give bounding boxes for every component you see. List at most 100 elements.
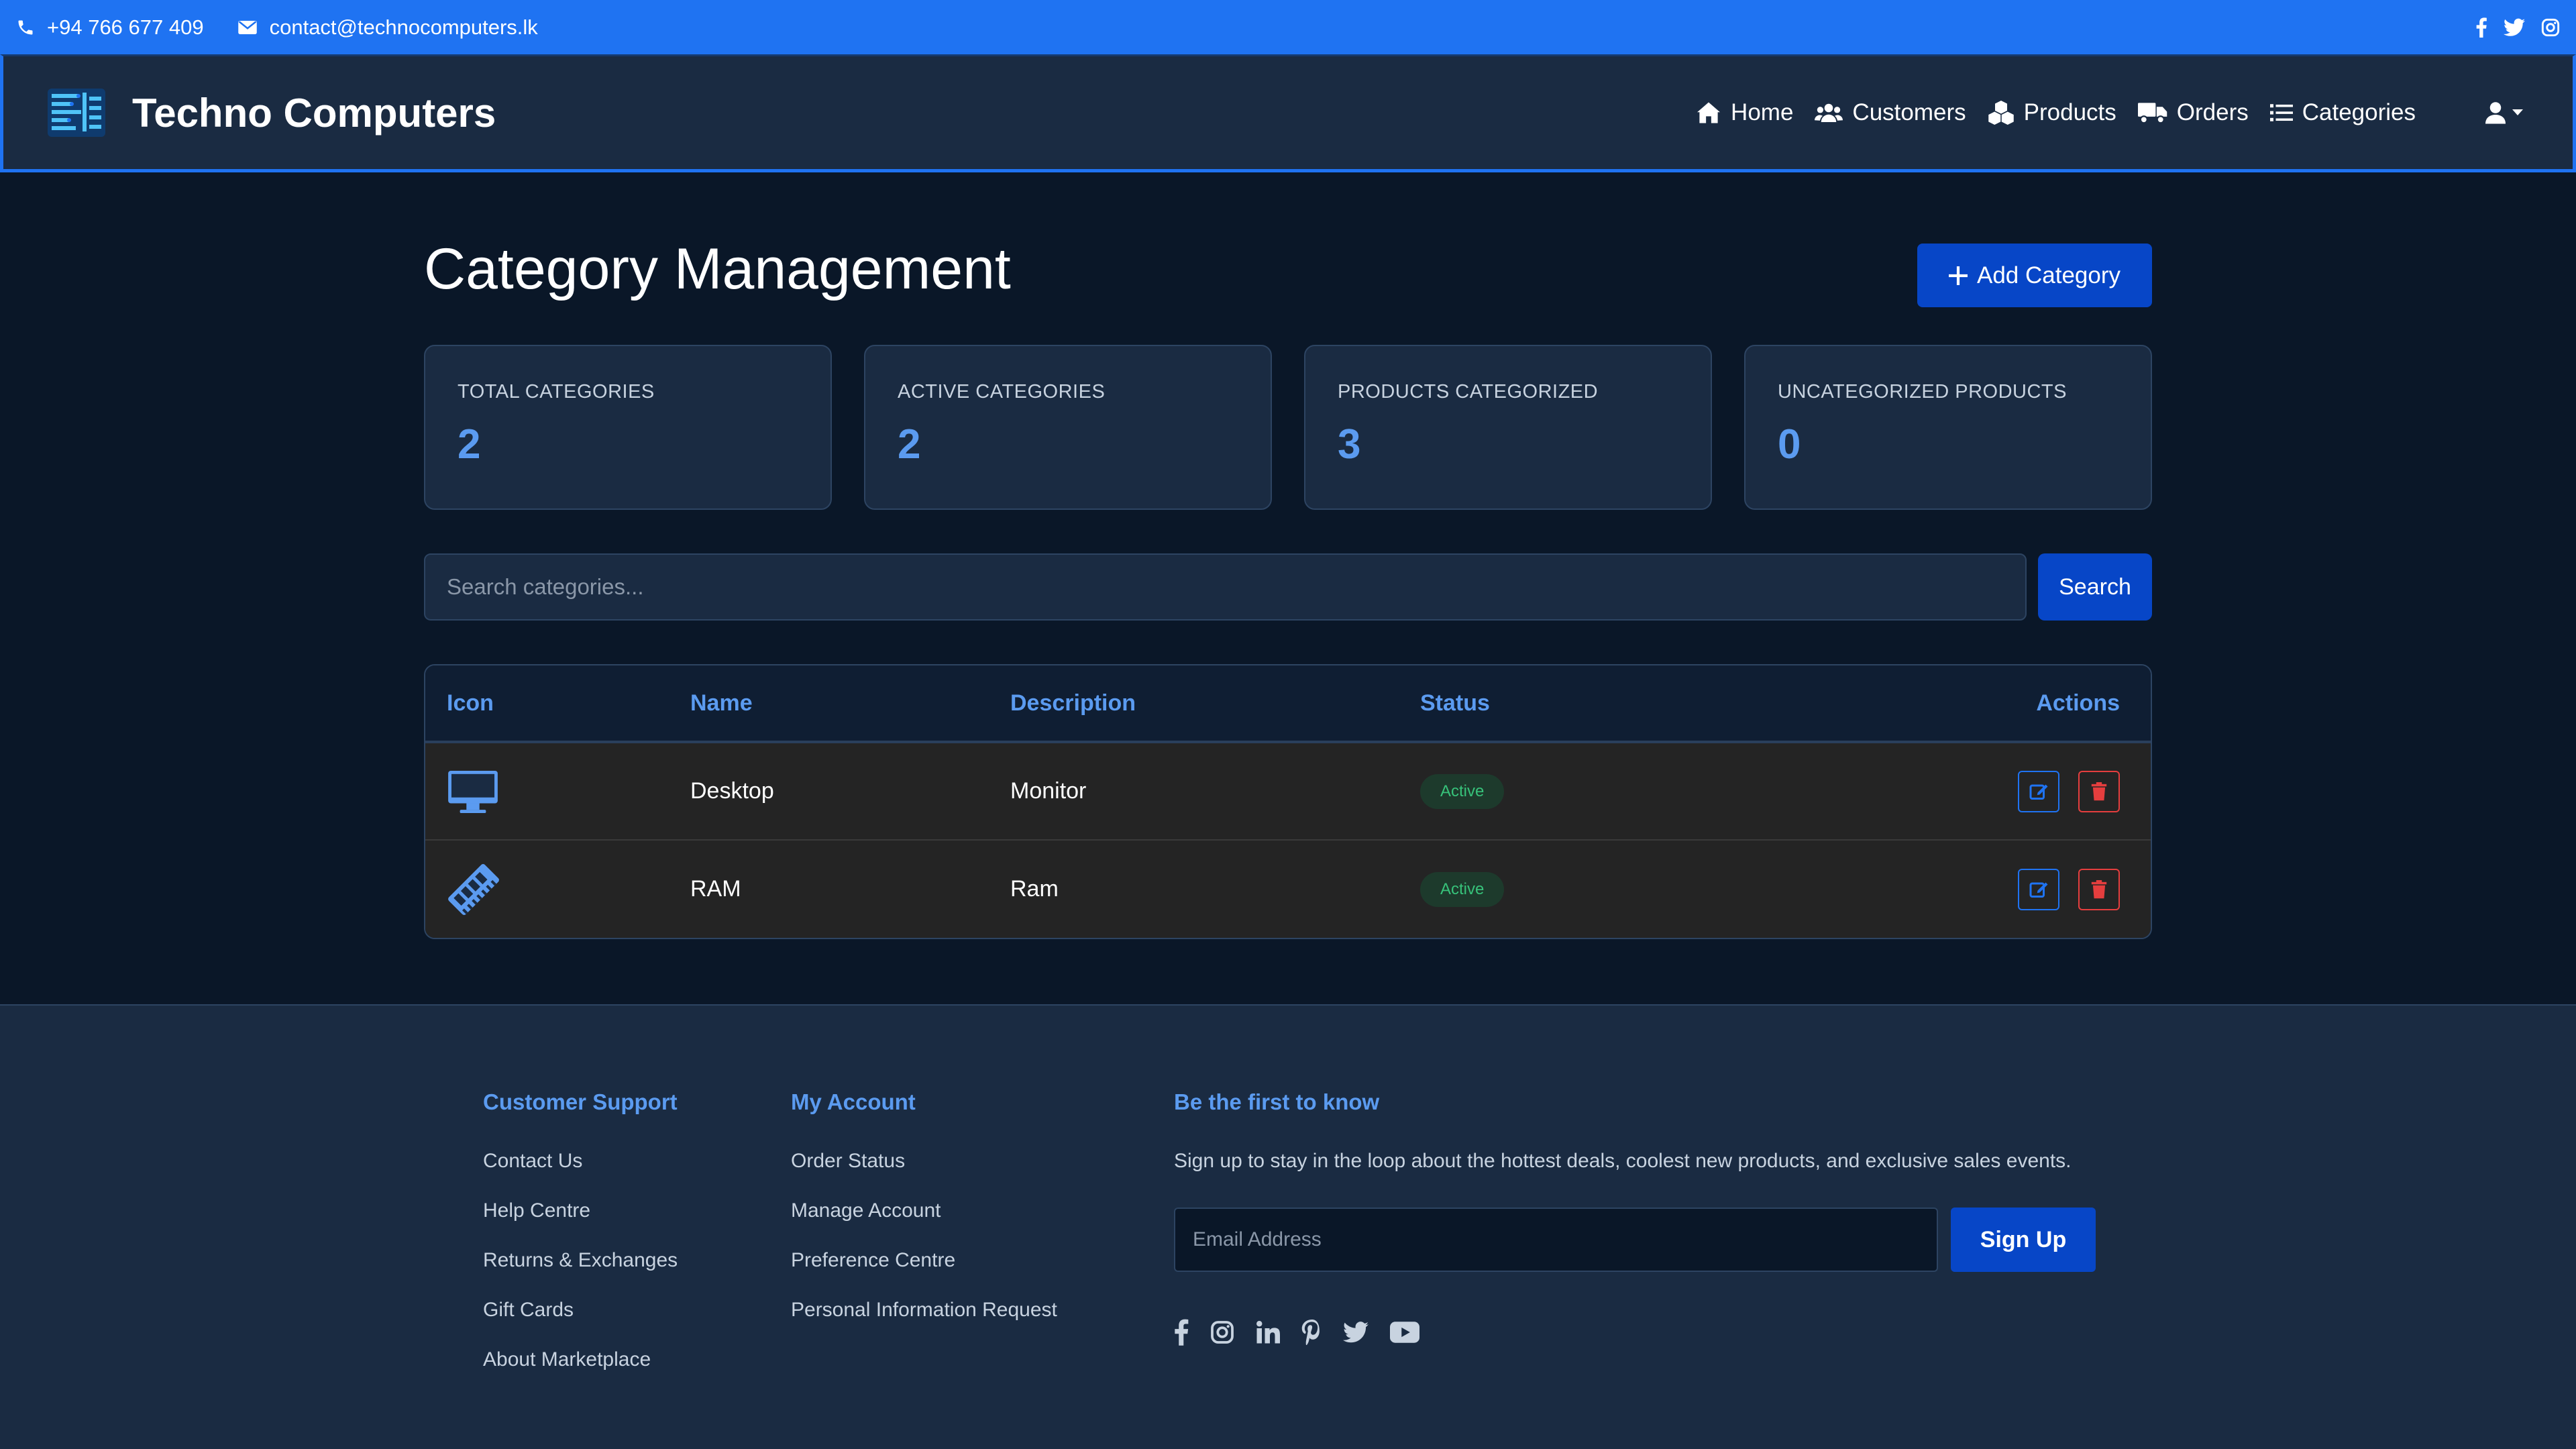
instagram-icon[interactable] [1210,1320,1234,1344]
email-contact[interactable]: contact@technocomputers.lk [237,15,538,40]
phone-icon [18,20,33,34]
footer-link-gift-cards[interactable]: Gift Cards [483,1299,678,1322]
footer: Customer Support Contact Us Help Centre … [0,1004,2576,1449]
twitter-icon[interactable] [2504,18,2525,37]
footer-heading: Be the first to know [1174,1089,1380,1114]
category-name: Desktop [690,778,774,804]
footer-my-account: My Account Order Status Manage Account P… [791,1089,1057,1348]
home-icon [1697,102,1721,123]
facebook-icon[interactable] [2475,17,2487,38]
edit-icon [2029,882,2048,898]
memory-icon [448,863,499,915]
delete-button[interactable] [2078,868,2120,910]
pinterest-icon[interactable] [1301,1320,1322,1345]
table-row: Desktop Monitor Active [425,743,2151,841]
plus-icon [1948,266,1968,285]
category-name: RAM [690,876,741,902]
stats-row: TOTAL CATEGORIES 2 ACTIVE CATEGORIES 2 P… [424,345,2152,510]
search-input[interactable] [424,553,2027,621]
search-row: Search [424,553,2152,621]
footer-link-order-status[interactable]: Order Status [791,1150,1057,1173]
instagram-icon[interactable] [2541,18,2560,37]
footer-link-preference-centre[interactable]: Preference Centre [791,1249,1057,1272]
email-field[interactable] [1174,1208,1938,1272]
footer-link-returns[interactable]: Returns & Exchanges [483,1249,678,1272]
circuit-logo-icon [48,89,105,137]
nav-products-label: Products [2023,99,2116,125]
nav-orders[interactable]: Orders [2137,99,2249,126]
stat-label: ACTIVE CATEGORIES [898,381,1106,402]
nav-menu: Home Customers Products Orders Categorie… [1674,99,2531,126]
search-button[interactable]: Search [2038,553,2152,621]
trash-icon [2091,782,2107,800]
add-category-label: Add Category [1976,262,2121,288]
brand[interactable]: Techno Computers [45,86,496,140]
newsletter-text: Sign up to stay in the loop about the ho… [1174,1150,2072,1172]
header-actions: Actions [2036,690,2120,716]
linkedin-icon[interactable] [1256,1320,1280,1344]
nav-categories[interactable]: Categories [2269,99,2416,126]
stat-label: UNCATEGORIZED PRODUCTS [1778,381,2067,402]
newsletter-form: Sign Up [1174,1208,2096,1272]
user-icon [2485,102,2506,124]
nav-orders-label: Orders [2176,99,2249,125]
footer-link-contact-us[interactable]: Contact Us [483,1150,678,1173]
email-address: contact@technocomputers.lk [269,15,538,39]
footer-newsletter: Be the first to know Sign up to stay in … [1174,1089,2096,1346]
stat-label: TOTAL CATEGORIES [458,381,655,402]
cubes-icon [1988,101,2014,125]
table-header: Icon Name Description Status Actions [425,665,2151,743]
category-icon-cell [447,863,500,916]
footer-customer-support: Customer Support Contact Us Help Centre … [483,1089,678,1398]
edit-button[interactable] [2018,868,2059,910]
stat-products-categorized: PRODUCTS CATEGORIZED 3 [1304,345,1712,510]
category-description: Ram [1010,876,1059,902]
stat-value: 2 [898,421,921,468]
nav-customers-label: Customers [1852,99,1966,125]
table-row: RAM Ram Active [425,841,2151,938]
nav-products[interactable]: Products [1988,99,2116,126]
users-icon [1815,103,1843,122]
nav-home-label: Home [1731,99,1794,125]
trash-icon [2091,879,2107,898]
caret-down-icon [2512,109,2523,115]
edit-button[interactable] [2018,770,2059,812]
stat-label: PRODUCTS CATEGORIZED [1338,381,1599,402]
delete-button[interactable] [2078,770,2120,812]
facebook-icon[interactable] [1174,1319,1189,1346]
stat-active-categories: ACTIVE CATEGORIES 2 [864,345,1272,510]
truck-icon [2137,103,2167,124]
desktop-icon [448,770,498,813]
category-description: Monitor [1010,778,1087,804]
edit-icon [2029,784,2048,800]
row-actions [2018,868,2120,910]
stat-value: 0 [1778,421,1801,468]
footer-link-manage-account[interactable]: Manage Account [791,1199,1057,1222]
nav-categories-label: Categories [2302,99,2416,125]
twitter-icon[interactable] [1343,1322,1368,1343]
categories-table: Icon Name Description Status Actions Des… [424,664,2152,939]
footer-link-help-centre[interactable]: Help Centre [483,1199,678,1222]
footer-heading: My Account [791,1089,916,1114]
stat-value: 3 [1338,421,1361,468]
nav-customers[interactable]: Customers [1815,99,1966,126]
brand-name: Techno Computers [132,90,496,136]
header-icon: Icon [447,690,494,716]
category-icon-cell [447,769,499,814]
header-name: Name [690,690,753,716]
stat-uncategorized-products: UNCATEGORIZED PRODUCTS 0 [1744,345,2152,510]
footer-link-personal-info[interactable]: Personal Information Request [791,1299,1057,1322]
phone-number: +94 766 677 409 [47,15,204,39]
add-category-button[interactable]: Add Category [1917,244,2152,307]
top-contact-bar: +94 766 677 409 contact@technocomputers.… [0,0,2576,54]
footer-social-links [1174,1319,2096,1346]
header-description: Description [1010,690,1136,716]
footer-link-about-marketplace[interactable]: About Marketplace [483,1348,678,1371]
row-actions [2018,770,2120,812]
youtube-icon[interactable] [1390,1322,1419,1343]
sign-up-button[interactable]: Sign Up [1951,1208,2096,1272]
phone-contact[interactable]: +94 766 677 409 [16,15,204,40]
footer-heading: Customer Support [483,1089,678,1114]
user-menu-dropdown[interactable] [2485,101,2523,124]
nav-home[interactable]: Home [1696,99,1793,126]
